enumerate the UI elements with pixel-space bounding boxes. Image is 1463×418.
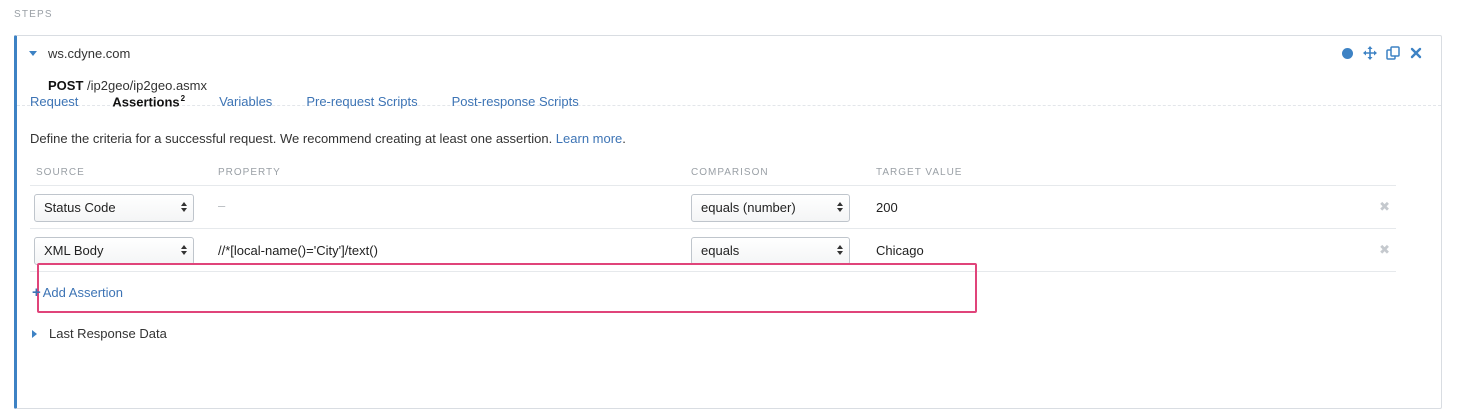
step-request-line: POST /ip2geo/ip2geo.asmx [48, 78, 207, 93]
tab-assertions-badge: 2 [180, 94, 186, 103]
close-icon [1410, 47, 1422, 59]
tab-assertions[interactable]: Assertions2 [112, 94, 185, 109]
header-comparison: COMPARISON [691, 167, 769, 178]
last-response-toggle[interactable]: Last Response Data [32, 326, 167, 341]
tab-variables[interactable]: Variables [219, 94, 272, 109]
tab-request[interactable]: Request [30, 94, 78, 109]
source-select-value: Status Code [44, 200, 116, 215]
select-arrows-icon [837, 245, 845, 257]
step-tabs: Request Assertions2 Variables Pre-reques… [30, 94, 613, 109]
step-actions [1340, 46, 1423, 60]
comparison-select-value: equals (number) [701, 200, 796, 215]
close-button[interactable] [1409, 46, 1423, 60]
help-text-suffix: . [622, 131, 626, 146]
target-value-field[interactable]: Chicago [876, 243, 924, 258]
header-target-value: TARGET VALUE [876, 167, 963, 178]
tab-post-response-scripts[interactable]: Post-response Scripts [452, 94, 579, 109]
source-select[interactable]: XML Body [34, 237, 194, 265]
collapse-toggle[interactable] [28, 48, 40, 60]
last-response-label: Last Response Data [49, 326, 167, 341]
caret-right-icon [32, 329, 37, 338]
add-assertion-label: Add Assertion [42, 285, 123, 300]
remove-assertion-icon[interactable]: ✖ [1379, 242, 1390, 258]
move-button[interactable] [1363, 46, 1377, 60]
select-arrows-icon [181, 245, 189, 257]
move-icon [1363, 46, 1377, 60]
status-dot-button[interactable] [1340, 46, 1354, 60]
tab-post-response-scripts-label: Post-response Scripts [451, 94, 579, 109]
assertion-row: Status Code – equals (number) 200 ✖ [30, 186, 1396, 229]
tab-pre-request-scripts-label: Pre-request Scripts [306, 94, 418, 109]
caret-down-icon [29, 51, 37, 56]
step-path: /ip2geo/ip2geo.asmx [87, 78, 208, 93]
duplicate-icon [1386, 46, 1400, 60]
step-method: POST [48, 78, 84, 93]
source-select-value: XML Body [44, 243, 104, 258]
assertions-table-header: SOURCE PROPERTY COMPARISON TARGET VALUE [30, 160, 1396, 186]
assertion-row: XML Body //*[local-name()='City']/text()… [30, 229, 1396, 272]
comparison-select[interactable]: equals (number) [691, 194, 850, 222]
learn-more-link[interactable]: Learn more [556, 131, 622, 146]
assertions-help-text: Define the criteria for a successful req… [30, 131, 626, 146]
header-source: SOURCE [36, 167, 85, 178]
comparison-select-value: equals [701, 243, 740, 258]
tab-request-label: Request [30, 94, 79, 109]
steps-section-label: STEPS [14, 9, 53, 20]
tab-variables-label: Variables [219, 94, 273, 109]
target-value-field[interactable]: 200 [876, 200, 898, 215]
help-text-body: Define the criteria for a successful req… [30, 131, 556, 146]
status-dot-icon [1341, 47, 1353, 59]
duplicate-button[interactable] [1386, 46, 1400, 60]
step-host: ws.cdyne.com [48, 46, 131, 61]
tab-pre-request-scripts[interactable]: Pre-request Scripts [306, 94, 417, 109]
comparison-select[interactable]: equals [691, 237, 850, 265]
assertions-table: SOURCE PROPERTY COMPARISON TARGET VALUE … [30, 160, 1396, 272]
select-arrows-icon [181, 202, 189, 214]
add-assertion-button[interactable]: + Add Assertion [32, 285, 123, 300]
property-field[interactable]: //*[local-name()='City']/text() [218, 243, 378, 258]
remove-assertion-icon[interactable]: ✖ [1379, 199, 1390, 215]
tab-assertions-label: Assertions [112, 94, 180, 110]
plus-icon: + [32, 284, 41, 301]
property-empty-placeholder: – [218, 198, 226, 213]
header-property: PROPERTY [218, 167, 281, 178]
source-select[interactable]: Status Code [34, 194, 194, 222]
select-arrows-icon [837, 202, 845, 214]
